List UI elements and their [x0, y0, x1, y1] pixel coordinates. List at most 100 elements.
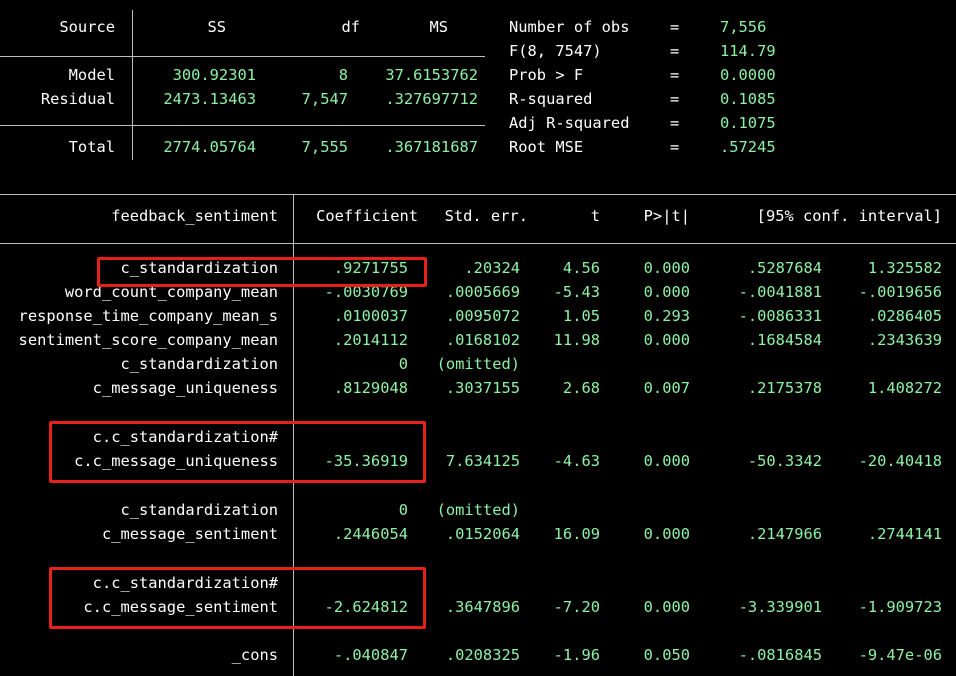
coef-std-err: .20324: [464, 259, 520, 277]
stat-equals: =: [670, 90, 680, 108]
highlight-box-standardization: [97, 257, 427, 287]
coef-ci-upper: 1.325582: [867, 259, 942, 277]
coef-value: .8129048: [333, 379, 408, 397]
coef-ci-upper: -1.909723: [858, 598, 942, 616]
coef-value: 0: [398, 501, 408, 519]
anova-divider: [0, 125, 485, 126]
coef-ci-lower: .2175378: [747, 379, 822, 397]
table-row: _cons -.040847 .0208325 -1.96 0.050 -.0816845…: [0, 645, 956, 665]
coef-variable-name: sentiment_score_company_mean: [18, 331, 278, 349]
coef-top-rule: [0, 194, 956, 195]
coef-t-stat: 1.05: [562, 307, 600, 325]
coef-t-stat: 16.09: [553, 525, 600, 543]
stat-value: 0.1075: [720, 114, 776, 132]
coef-std-err: .0095072: [445, 307, 520, 325]
coef-value: -.040847: [333, 646, 408, 664]
anova-ss: 2473.13463: [163, 90, 256, 108]
coef-std-err: .0152064: [445, 525, 520, 543]
table-row: c_message_uniqueness .8129048 .3037155 2.68…: [0, 378, 956, 398]
coef-std-err: (omitted): [436, 355, 520, 373]
stat-label: Root MSE: [509, 138, 584, 156]
stat-label: Adj R-squared: [509, 114, 630, 132]
anova-header-ss: SS: [207, 18, 226, 36]
anova-ms: .327697712: [385, 90, 478, 108]
anova-header-ms: MS: [429, 18, 448, 36]
highlight-box-uniqueness-interaction: [49, 421, 426, 483]
coef-variable-name: c_message_sentiment: [101, 525, 278, 543]
coef-t-stat: -1.96: [553, 646, 600, 664]
anova-total-ss: 2774.05764: [163, 138, 256, 156]
stat-value: 114.79: [720, 42, 776, 60]
coef-p-value: 0.293: [643, 307, 690, 325]
coef-variable-name: c_standardization: [120, 501, 278, 519]
coef-p-value: 0.050: [643, 646, 690, 664]
coef-t-stat: -7.20: [553, 598, 600, 616]
coef-ci-upper: 1.408272: [867, 379, 942, 397]
stat-equals: =: [670, 138, 680, 156]
anova-source: Residual: [40, 90, 115, 108]
coef-p-value: 0.000: [643, 283, 690, 301]
coef-std-err: (omitted): [436, 501, 520, 519]
coef-t-stat: -5.43: [553, 283, 600, 301]
table-row: response_time_company_mean_s .0100037 .009…: [0, 306, 956, 326]
coef-ci-upper: -9.47e-06: [858, 646, 942, 664]
coef-ci-lower: .2147966: [747, 525, 822, 543]
coef-value: .0100037: [333, 307, 408, 325]
coef-variable-name: c_message_uniqueness: [92, 379, 278, 397]
anova-total-source: Total: [68, 138, 115, 156]
stat-value: 0.0000: [720, 66, 776, 84]
anova-header-df: df: [341, 18, 360, 36]
anova-divider: [0, 56, 485, 57]
anova-total-ms: .367181687: [385, 138, 478, 156]
coef-header-t: t: [590, 207, 600, 225]
coef-value: .2014112: [333, 331, 408, 349]
stat-label: Prob > F: [509, 66, 584, 84]
coef-value: .2446054: [333, 525, 408, 543]
coef-ci-upper: -20.40418: [858, 452, 942, 470]
coef-std-err: .3037155: [445, 379, 520, 397]
coef-t-stat: 2.68: [562, 379, 600, 397]
stat-equals: =: [670, 66, 680, 84]
coef-p-value: 0.000: [643, 598, 690, 616]
coef-variable-name: response_time_company_mean_s: [18, 307, 278, 325]
coef-ci-upper: -.0019656: [858, 283, 942, 301]
stat-value: 7,556: [720, 18, 767, 36]
coef-t-stat: -4.63: [553, 452, 600, 470]
stat-label: Number of obs: [509, 18, 630, 36]
stat-equals: =: [670, 18, 680, 36]
coef-std-err: .0208325: [445, 646, 520, 664]
coef-t-stat: 11.98: [553, 331, 600, 349]
coef-p-value: 0.000: [643, 525, 690, 543]
anova-ms: 37.6153762: [385, 66, 478, 84]
anova-total-df: 7,555: [301, 138, 348, 156]
coef-header-p: P>|t|: [643, 207, 690, 225]
coef-ci-upper: .2744141: [867, 525, 942, 543]
table-row: c_standardization 0 (omitted): [0, 500, 956, 520]
stat-value: 0.1085: [720, 90, 776, 108]
stat-label: R-squared: [509, 90, 593, 108]
coef-std-err: .0005669: [445, 283, 520, 301]
coef-std-err: 7.634125: [445, 452, 520, 470]
anova-vertical-divider: [132, 10, 133, 160]
coef-ci-lower: .1684584: [747, 331, 822, 349]
coef-header-std-err: Std. err.: [444, 207, 528, 225]
anova-df: 8: [338, 66, 348, 84]
coef-header-coefficient: Coefficient: [316, 207, 418, 225]
coef-variable-name: _cons: [231, 646, 278, 664]
coef-ci-lower: -.0086331: [738, 307, 822, 325]
coef-ci-lower: -.0816845: [738, 646, 822, 664]
coef-p-value: 0.000: [643, 331, 690, 349]
coef-ci-lower: -50.3342: [747, 452, 822, 470]
anova-df: 7,547: [301, 90, 348, 108]
coef-variable-name: c_standardization: [120, 355, 278, 373]
anova-source: Model: [68, 66, 115, 84]
coef-std-err: .3647896: [445, 598, 520, 616]
table-row: c_message_sentiment .2446054 .0152064 16.09…: [0, 524, 956, 544]
coef-ci-lower: -3.339901: [738, 598, 822, 616]
coef-p-value: 0.000: [643, 259, 690, 277]
coef-header-rule: [0, 243, 956, 244]
stat-equals: =: [670, 42, 680, 60]
coef-ci-lower: .5287684: [747, 259, 822, 277]
coef-value: 0: [398, 355, 408, 373]
stat-label: F(8, 7547): [509, 42, 602, 60]
